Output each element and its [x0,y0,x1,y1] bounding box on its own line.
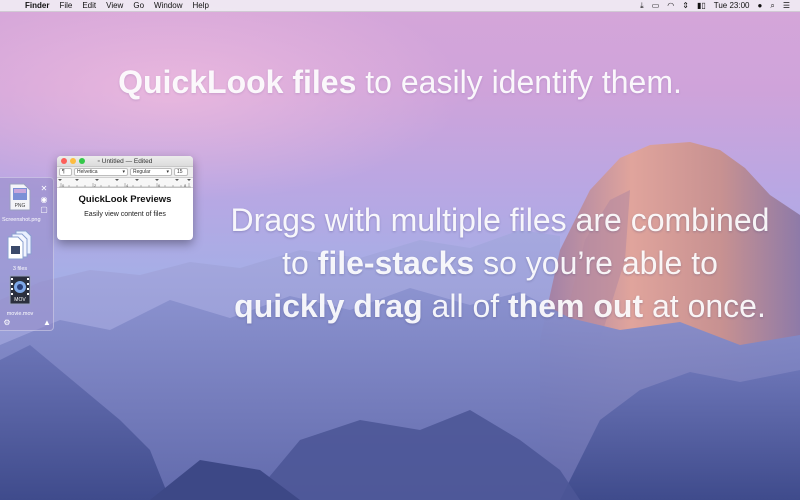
clock[interactable]: Tue 23:00 [710,1,754,10]
png-file-icon: PNG [9,183,31,211]
window-title-name: Untitled [101,157,124,165]
airplay-icon[interactable]: ▭ [648,1,664,10]
textedit-window: ▫ Untitled — Edited ¶ Helvetica ▾ Regular… [57,156,193,240]
network-icon[interactable]: ⇕ [678,1,693,10]
document-body: Easily view content of files [84,211,166,218]
menu-help[interactable]: Help [187,1,213,10]
menu-bar: Finder File Edit View Go Window Help ⤓ ▭… [0,0,800,12]
format-toolbar: ¶ Helvetica ▾ Regular ▾ 15 [57,167,193,178]
document-icon: ▫ [97,157,100,165]
chevron-down-icon: ▾ [166,169,169,175]
spotlight-search-icon[interactable]: ⌕ [766,1,778,11]
headline-bold: QuickLook files [118,64,357,100]
window-titlebar[interactable]: ▫ Untitled — Edited [57,156,193,167]
document-content[interactable]: QuickLook Previews Easily view content o… [57,188,193,218]
window-title: ▫ Untitled — Edited [57,158,193,165]
chevron-down-icon: ▾ [122,169,125,175]
ruler[interactable]: 0 2 4 6 8 [57,178,193,188]
window-title-status: — Edited [125,157,153,165]
battery-icon[interactable]: ▮▯ [693,1,710,10]
shelf-item-label: movie.mov [6,311,34,317]
subtext-line2-post: so you’re able to [474,245,718,281]
notification-center-icon[interactable]: ☰ [779,1,794,10]
download-icon[interactable]: ⤓ [636,1,648,11]
subtext-line3-bold2: them out [508,288,644,324]
subtext-line3-post: at once. [643,288,766,324]
file-shelf: PNG Screenshot.png 3 files MOV movie.mov… [0,177,54,331]
status-area: ⤓ ▭ ◠ ⇕ ▮▯ Tue 23:00 ● ⌕ ☰ [636,1,800,11]
subtext-line2-pre: to [282,245,318,281]
shelf-item-label: Screenshot.png [2,217,41,223]
paragraph-style-select[interactable]: ¶ [59,168,72,176]
subtext-line2-bold: file-stacks [317,245,475,281]
subtext-line-1: Drags with multiple files are combined [230,202,770,238]
paragraph-style-value: ¶ [62,169,65,175]
subtext-line-3: quickly drag all of them out at once. [200,285,800,328]
wifi-icon[interactable]: ◠ [663,1,678,10]
ruler-ticks: 0 2 4 6 8 [58,179,191,188]
font-weight-value: Regular [133,169,151,175]
menu-edit[interactable]: Edit [77,1,101,10]
menu-go[interactable]: Go [128,1,149,10]
menu-view[interactable]: View [101,1,128,10]
shelf-item-movie[interactable]: MOV movie.mov [2,275,38,317]
resize-icon[interactable]: ▲ [42,318,52,328]
font-size-field[interactable]: 15 [174,168,188,176]
font-family-select[interactable]: Helvetica ▾ [74,168,128,176]
user-icon[interactable]: ● [754,1,767,10]
document-title: QuickLook Previews [78,194,172,205]
shelf-item-screenshot[interactable]: PNG Screenshot.png [2,183,41,223]
mov-badge: MOV [14,297,26,303]
png-badge: PNG [15,203,26,209]
feature-description: Drags with multiple files are combined t… [200,199,800,328]
close-icon[interactable]: ✕ [39,184,49,194]
font-size-value: 15 [177,169,183,175]
menu-app-name[interactable]: Finder [20,1,54,10]
menu-file[interactable]: File [54,1,77,10]
file-stack-icon [7,230,32,260]
subtext-line3-bold1: quickly drag [234,288,423,324]
gear-icon[interactable]: ⚙ [2,318,12,328]
shelf-item-label: 3 files [12,266,28,272]
lock-icon[interactable]: ▢ [39,205,49,215]
menu-window[interactable]: Window [149,1,187,10]
font-weight-select[interactable]: Regular ▾ [130,168,172,176]
subtext-line3-mid: all of [422,288,509,324]
movie-file-icon: MOV [9,275,31,305]
shelf-item-file-stack[interactable]: 3 files [2,230,38,272]
headline-rest: to easily identify them. [356,64,682,100]
eye-icon[interactable]: ◉ [39,195,49,205]
subtext-line-2: to file-stacks so you’re able to [200,242,800,285]
headline: QuickLook files to easily identify them. [0,64,800,101]
font-family-value: Helvetica [77,169,98,175]
